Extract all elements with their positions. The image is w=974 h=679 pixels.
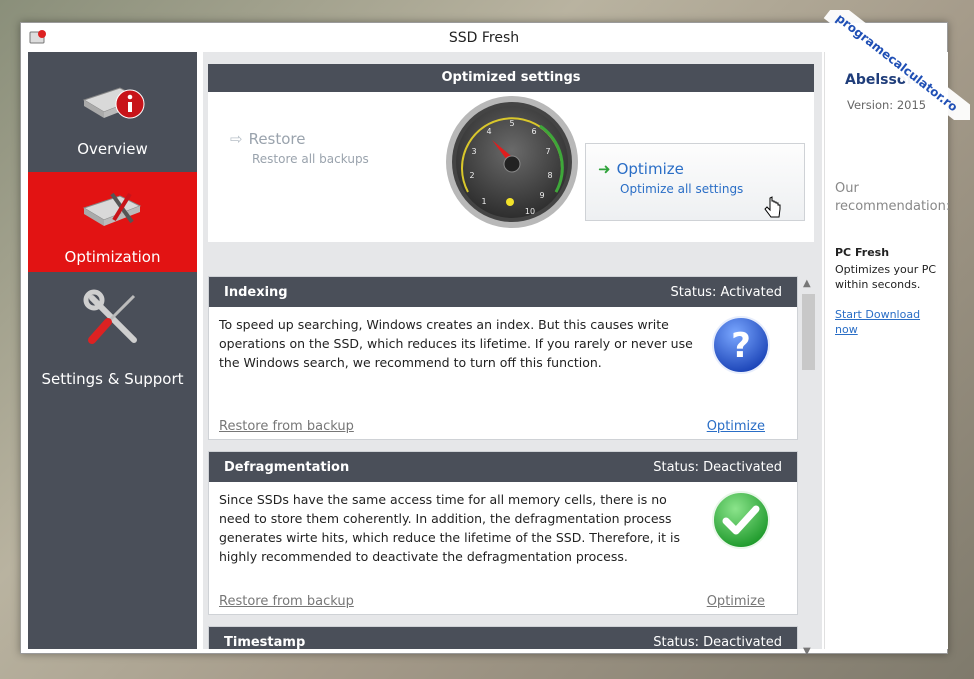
sidebar-item-overview[interactable]: Overview bbox=[28, 52, 197, 158]
abelssoft-logo: Abelssoft bbox=[845, 72, 920, 88]
gauge-tick-8: 8 bbox=[547, 171, 552, 180]
feature-timestamp: Timestamp Status: Deactivated bbox=[208, 626, 798, 649]
gauge-tick-6: 6 bbox=[531, 127, 536, 136]
gauge-icon: 1 2 3 4 5 6 7 8 9 10 bbox=[446, 96, 578, 228]
gauge-tick-2: 2 bbox=[469, 171, 474, 180]
restore-from-backup-link[interactable]: Restore from backup bbox=[219, 419, 354, 434]
feature-defragmentation: Defragmentation Status: Deactivated Sinc… bbox=[208, 451, 798, 615]
product-description: Optimizes your PC within seconds. bbox=[835, 263, 937, 291]
title-bar: SSD Fresh bbox=[21, 23, 947, 52]
sidebar-item-settings-support[interactable]: Settings & Support bbox=[28, 282, 197, 388]
status-badge: Status: Deactivated bbox=[653, 635, 782, 649]
product-name: PC Fresh bbox=[835, 246, 890, 259]
sidebar-item-optimization[interactable]: Optimization bbox=[28, 172, 197, 272]
status-badge: Status: Deactivated bbox=[653, 460, 782, 475]
scroll-up-icon[interactable]: ▲ bbox=[803, 278, 811, 289]
feature-list: Indexing Status: Activated To speed up s… bbox=[208, 276, 798, 649]
arrow-right-green-icon: ➜ bbox=[598, 160, 611, 178]
gauge-tick-4: 4 bbox=[486, 127, 491, 136]
svg-text:?: ? bbox=[731, 326, 751, 366]
feature-list-scrollbar[interactable]: ▲ ▼ bbox=[800, 276, 817, 666]
version-label: Version: 2015 bbox=[847, 98, 927, 112]
checkmark-icon bbox=[712, 491, 770, 549]
hand-cursor-icon bbox=[764, 196, 781, 218]
optimize-all-button[interactable]: ➜ Optimize Optimize all settings bbox=[585, 143, 805, 221]
ssd-tools-icon bbox=[82, 192, 142, 226]
gauge-tick-10: 10 bbox=[525, 207, 535, 216]
ssd-info-icon bbox=[82, 87, 145, 119]
status-badge: Status: Activated bbox=[670, 285, 782, 300]
feature-title: Timestamp bbox=[224, 635, 306, 649]
arrow-right-icon: ⇨ bbox=[230, 130, 243, 148]
panel-title: Optimized settings bbox=[208, 64, 814, 92]
optimize-link[interactable]: Optimize bbox=[707, 594, 765, 609]
app-window: SSD Fresh Overview Optimization Settings… bbox=[20, 22, 951, 657]
feature-description: To speed up searching, Windows creates a… bbox=[219, 317, 693, 370]
wrench-screwdriver-icon bbox=[83, 289, 137, 344]
gauge-tick-3: 3 bbox=[471, 147, 476, 156]
window-title: SSD Fresh bbox=[448, 30, 520, 46]
optimized-settings-panel: Optimized settings ⇨ Restore Restore all… bbox=[208, 64, 814, 242]
optimize-link[interactable]: Optimize bbox=[707, 419, 765, 434]
feature-title: Indexing bbox=[224, 285, 288, 300]
main-content: Optimized settings ⇨ Restore Restore all… bbox=[203, 52, 822, 657]
question-icon: ? bbox=[712, 316, 770, 374]
right-panel: Abelssoft Version: 2015 Our recommendati… bbox=[824, 52, 951, 649]
feature-title: Defragmentation bbox=[224, 460, 350, 475]
gauge-tick-7: 7 bbox=[545, 147, 550, 156]
gauge-tick-1: 1 bbox=[481, 197, 486, 206]
scrollbar-thumb[interactable] bbox=[802, 294, 815, 370]
restore-from-backup-link[interactable]: Restore from backup bbox=[219, 594, 354, 609]
gauge-tick-9: 9 bbox=[539, 191, 544, 200]
feature-indexing: Indexing Status: Activated To speed up s… bbox=[208, 276, 798, 440]
feature-description: Since SSDs have the same access time for… bbox=[219, 492, 680, 564]
start-download-link[interactable]: Start Download now bbox=[835, 307, 935, 337]
sidebar: Overview Optimization Settings & Support bbox=[28, 52, 197, 649]
scroll-down-icon[interactable]: ▼ bbox=[803, 646, 811, 657]
gauge-tick-5: 5 bbox=[509, 119, 514, 128]
restore-all-button[interactable]: ⇨ Restore Restore all backups bbox=[230, 130, 369, 166]
recommendation-heading: Our recommendation: bbox=[835, 181, 951, 214]
